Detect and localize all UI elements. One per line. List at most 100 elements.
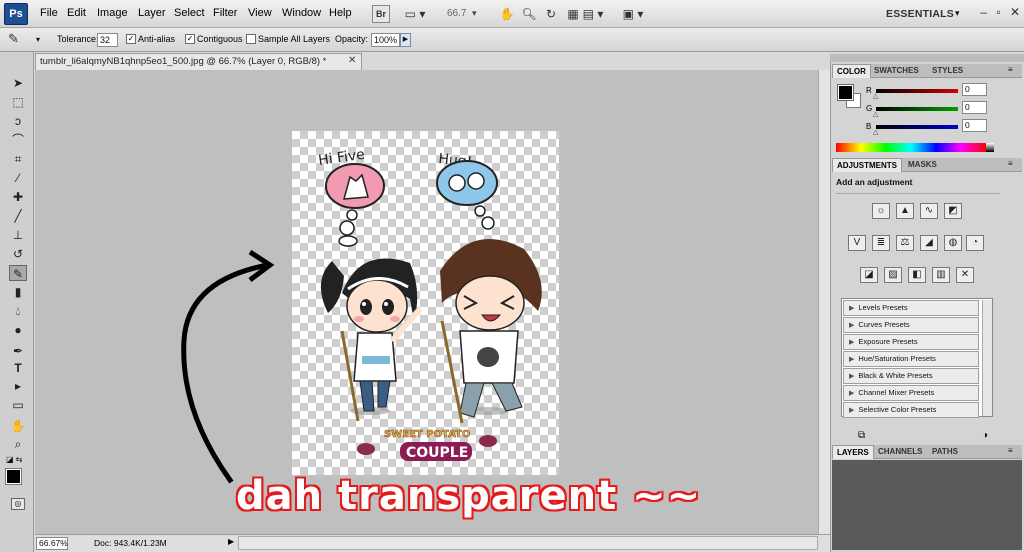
layers-menu-icon[interactable]: ≡ xyxy=(1008,446,1013,455)
horizontal-scrollbar[interactable] xyxy=(238,536,818,550)
workspace-dropdown-icon[interactable]: ▾ xyxy=(955,8,960,19)
default-colors-icon[interactable]: ◪ ⇆ xyxy=(6,455,22,464)
opacity-slider-button[interactable]: ▶ xyxy=(400,33,411,47)
minimize-icon[interactable]: – xyxy=(980,5,987,19)
menu-layer[interactable]: Layer xyxy=(138,7,166,19)
quick-select-tool-icon[interactable]: ⌒ xyxy=(9,132,27,148)
rotate-view-icon[interactable]: ↻ xyxy=(542,5,560,23)
close-document-icon[interactable]: ✕ xyxy=(348,55,356,66)
preset-selective-color[interactable]: ▶ Selective Color Presets xyxy=(843,402,979,418)
document-tab[interactable]: tumblr_li6alqmyNB1qhnp5eo1_500.jpg @ 66.… xyxy=(35,53,362,70)
preset-exposure[interactable]: ▶ Exposure Presets xyxy=(843,334,979,350)
status-menu-arrow-icon[interactable]: ▶ xyxy=(228,537,234,546)
hand-tool-icon[interactable]: ✋ xyxy=(498,5,516,23)
dodge-tool-icon[interactable]: ● xyxy=(9,322,27,338)
channel-mixer-icon[interactable]: ◔ xyxy=(966,235,984,251)
zoom-tool-panel-icon[interactable]: ⌕ xyxy=(9,436,27,452)
shape-tool-icon[interactable]: ▭ xyxy=(9,397,27,413)
presets-scrollbar[interactable] xyxy=(982,300,992,416)
zoom-field[interactable]: 66.67% xyxy=(36,537,68,550)
green-value-input[interactable]: 0 xyxy=(962,101,987,114)
curves-icon[interactable]: ∿ xyxy=(920,203,938,219)
zoom-level-display[interactable]: 66.7 xyxy=(447,8,466,19)
zoom-tool-icon[interactable]: 🔍︎ xyxy=(520,5,538,23)
foreground-color-swatch[interactable] xyxy=(5,468,22,485)
red-slider-thumb-icon[interactable]: △ xyxy=(873,92,878,100)
invert-icon[interactable]: ◪ xyxy=(860,267,878,283)
image-canvas[interactable]: Hi Five Hug! SWEET POTATO COUPLE xyxy=(292,131,559,475)
opacity-input[interactable]: 100% xyxy=(371,33,400,47)
gradient-map-icon[interactable]: ▥ xyxy=(932,267,950,283)
blue-value-input[interactable]: 0 xyxy=(962,119,987,132)
menu-view[interactable]: View xyxy=(248,7,272,19)
adjustments-menu-icon[interactable]: ≡ xyxy=(1008,159,1013,168)
return-to-list-icon[interactable]: ⧉ xyxy=(858,430,865,441)
tab-paths[interactable]: PATHS xyxy=(928,445,962,459)
tolerance-input[interactable]: 32 xyxy=(97,33,118,47)
black-white-icon[interactable]: ◢ xyxy=(920,235,938,251)
screen-mode-button[interactable]: ▣ ▾ xyxy=(618,5,648,23)
black-white-ramp[interactable] xyxy=(986,143,994,152)
quick-mask-icon[interactable]: ◎ xyxy=(11,498,25,510)
preset-levels[interactable]: ▶ Levels Presets xyxy=(843,300,979,316)
blue-slider[interactable] xyxy=(876,125,958,129)
tab-layers[interactable]: LAYERS xyxy=(832,445,874,459)
preset-black-white[interactable]: ▶ Black & White Presets xyxy=(843,368,979,384)
menu-filter[interactable]: Filter xyxy=(213,7,237,19)
tab-masks[interactable]: MASKS xyxy=(904,158,941,172)
photo-filter-icon[interactable]: ◍ xyxy=(944,235,962,251)
preset-channel-mixer[interactable]: ▶ Channel Mixer Presets xyxy=(843,385,979,401)
preset-curves[interactable]: ▶ Curves Presets xyxy=(843,317,979,333)
tool-preset-dropdown-icon[interactable]: ▾ xyxy=(36,35,40,44)
history-brush-tool-icon[interactable]: ↺ xyxy=(9,246,27,262)
crop-tool-icon[interactable]: ⌗ xyxy=(9,151,27,167)
threshold-icon[interactable]: ◧ xyxy=(908,267,926,283)
tab-channels[interactable]: CHANNELS xyxy=(874,445,926,459)
contiguous-checkbox[interactable]: ✓ xyxy=(185,34,195,44)
move-tool-icon[interactable]: ➤ xyxy=(9,75,27,91)
zoom-dropdown-icon[interactable]: ▾ xyxy=(472,8,477,19)
adjustment-options-icon[interactable]: ◑ xyxy=(982,430,988,441)
blue-slider-thumb-icon[interactable]: △ xyxy=(873,128,878,136)
tab-swatches[interactable]: SWATCHES xyxy=(870,64,923,78)
path-select-tool-icon[interactable]: ▸ xyxy=(9,378,27,394)
tab-adjustments[interactable]: ADJUSTMENTS xyxy=(832,158,903,172)
color-balance-icon[interactable]: ⚖ xyxy=(896,235,914,251)
arrange-documents-button[interactable]: ▤ ▾ xyxy=(578,5,608,23)
hue-saturation-icon[interactable]: ≣ xyxy=(872,235,890,251)
color-foreground-swatch[interactable] xyxy=(837,84,854,101)
blur-tool-icon[interactable]: 💧︎ xyxy=(9,303,27,319)
green-slider-thumb-icon[interactable]: △ xyxy=(873,110,878,118)
sample-all-layers-checkbox[interactable] xyxy=(246,34,256,44)
pen-tool-icon[interactable]: ✒ xyxy=(9,343,27,359)
type-tool-icon[interactable]: T xyxy=(9,360,27,376)
red-slider[interactable] xyxy=(876,89,958,93)
exposure-icon[interactable]: ◩ xyxy=(944,203,962,219)
red-value-input[interactable]: 0 xyxy=(962,83,987,96)
lasso-tool-icon[interactable]: ↄ xyxy=(9,113,27,129)
green-slider[interactable] xyxy=(876,107,958,111)
menu-window[interactable]: Window xyxy=(282,7,321,19)
vibrance-icon[interactable]: V xyxy=(848,235,866,251)
eyedropper-tool-icon[interactable]: ⁄ xyxy=(9,170,27,186)
extras-menu-button[interactable]: ▭ ▾ xyxy=(400,5,430,23)
brush-tool-icon[interactable]: ╱ xyxy=(9,208,27,224)
bridge-button[interactable]: Br xyxy=(372,5,390,23)
menu-help[interactable]: Help xyxy=(329,7,352,19)
brightness-contrast-icon[interactable]: ☼ xyxy=(872,203,890,219)
color-spectrum-bar[interactable] xyxy=(836,143,986,152)
gradient-tool-icon[interactable]: ▮ xyxy=(9,284,27,300)
layers-list[interactable] xyxy=(832,460,1022,550)
marquee-tool-icon[interactable]: ⬚ xyxy=(9,94,27,110)
eraser-tool-icon[interactable]: ✎ xyxy=(9,265,27,281)
clone-stamp-tool-icon[interactable]: ⊥ xyxy=(9,227,27,243)
vertical-scrollbar[interactable] xyxy=(818,70,830,534)
magic-eraser-preset-icon[interactable]: ✎ xyxy=(8,31,19,47)
tab-color[interactable]: COLOR xyxy=(832,64,871,78)
menu-image[interactable]: Image xyxy=(97,7,128,19)
restore-icon[interactable]: ▫ xyxy=(996,5,1000,19)
close-icon[interactable]: ✕ xyxy=(1010,5,1020,19)
antialias-checkbox[interactable]: ✓ xyxy=(126,34,136,44)
hand-tool-panel-icon[interactable]: ✋ xyxy=(9,418,27,434)
healing-brush-tool-icon[interactable]: ✚ xyxy=(9,189,27,205)
